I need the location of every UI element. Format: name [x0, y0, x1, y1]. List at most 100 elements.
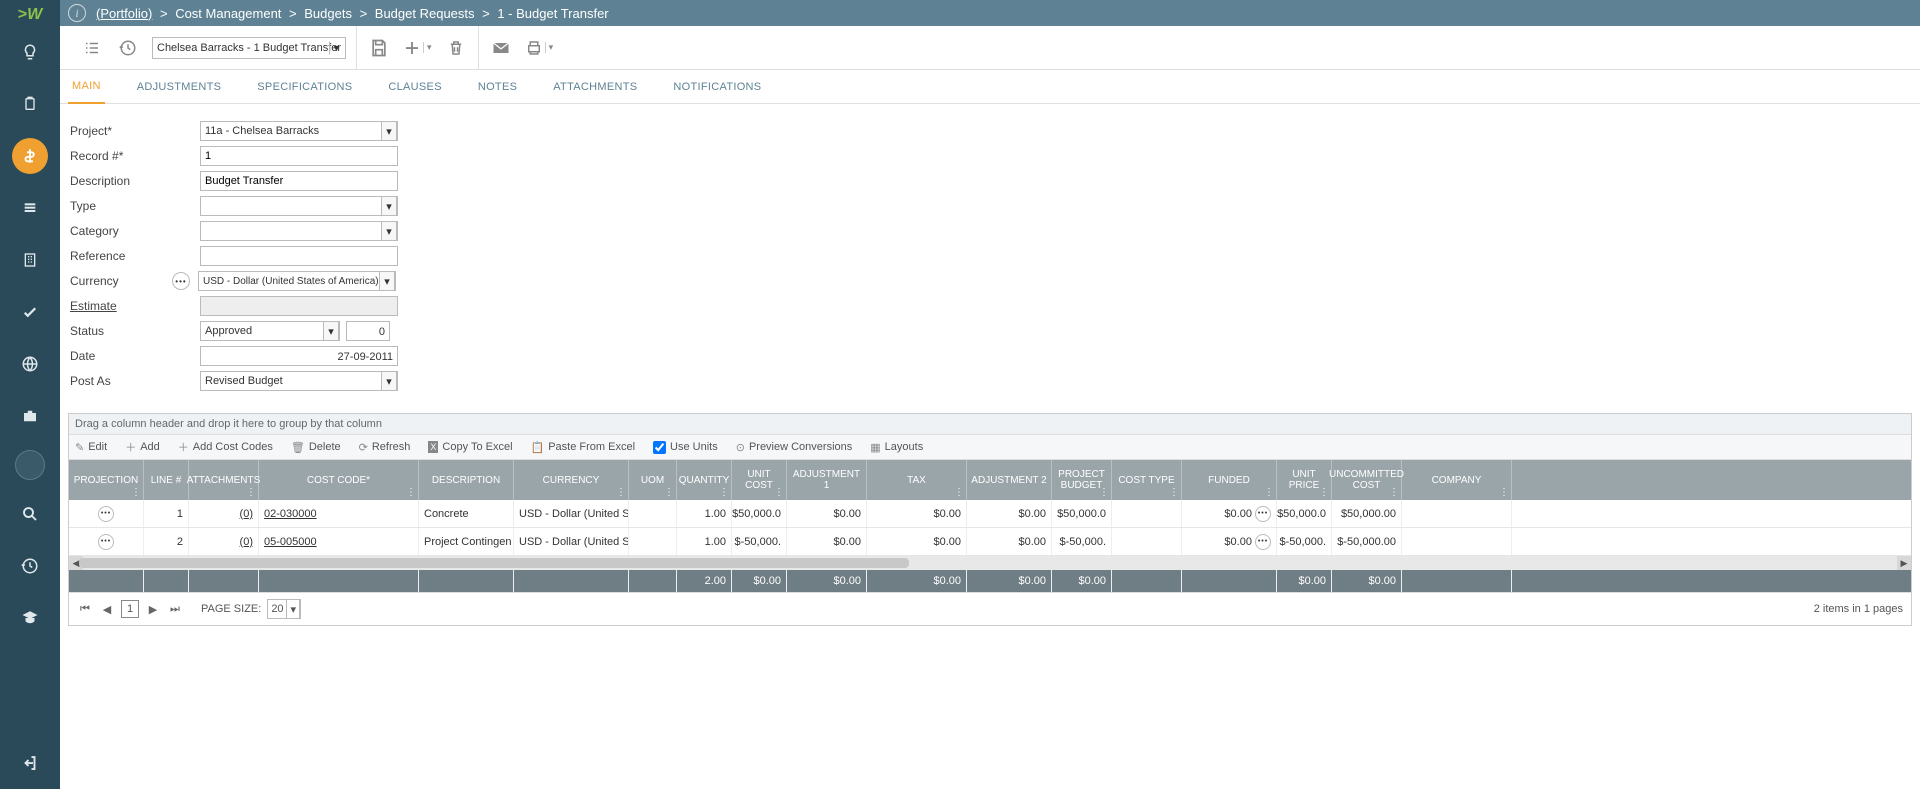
- col-unit-price[interactable]: UNIT PRICE⋮: [1277, 460, 1332, 500]
- cell-line: 2: [144, 528, 189, 555]
- tab-adjustments[interactable]: ADJUSTMENTS: [133, 71, 226, 103]
- date-input[interactable]: 27-09-2011: [200, 346, 398, 366]
- col-projection[interactable]: PROJECTION⋮: [69, 460, 144, 500]
- tab-notes[interactable]: NOTES: [474, 71, 521, 103]
- currency-select[interactable]: USD - Dollar (United States of America)▾: [198, 271, 396, 291]
- grid-use-units-checkbox[interactable]: Use Units: [653, 441, 718, 454]
- col-funded[interactable]: FUNDED⋮: [1182, 460, 1277, 500]
- description-input[interactable]: [200, 171, 398, 191]
- page-size-select[interactable]: 20▾: [267, 599, 301, 619]
- col-cost-type[interactable]: COST TYPE⋮: [1112, 460, 1182, 500]
- grid-add-button[interactable]: ＋Add: [125, 439, 160, 455]
- delete-icon[interactable]: [444, 36, 468, 60]
- currency-more-icon[interactable]: •••: [172, 272, 190, 290]
- cell-code[interactable]: 05-005000: [259, 528, 419, 555]
- list-icon[interactable]: [80, 36, 104, 60]
- col-proj-budget[interactable]: PROJECT BUDGET⋮: [1052, 460, 1112, 500]
- sidebar-clipboard-icon[interactable]: [12, 86, 48, 122]
- breadcrumb-item[interactable]: Budgets: [304, 6, 352, 21]
- grid-refresh-button[interactable]: ⟳Refresh: [359, 441, 411, 454]
- line-items-grid: Drag a column header and drop it here to…: [68, 413, 1912, 626]
- col-currency[interactable]: CURRENCY⋮: [514, 460, 629, 500]
- save-icon[interactable]: [367, 36, 391, 60]
- print-icon[interactable]: ▾: [525, 36, 554, 60]
- sidebar-ideas-icon[interactable]: [12, 34, 48, 70]
- status-select[interactable]: Approved▾: [200, 321, 340, 341]
- sidebar-graduate-icon[interactable]: [12, 600, 48, 636]
- tab-attachments[interactable]: ATTACHMENTS: [549, 71, 641, 103]
- fund-more-icon[interactable]: •••: [1255, 506, 1271, 522]
- grid-header: PROJECTION⋮ LINE # ATTACHMENTS⋮ COST COD…: [69, 460, 1911, 500]
- sidebar-check-icon[interactable]: [12, 294, 48, 330]
- row-menu-icon[interactable]: •••: [98, 506, 114, 522]
- col-unit-cost[interactable]: UNIT COST⋮: [732, 460, 787, 500]
- tab-main[interactable]: MAIN: [68, 70, 105, 104]
- pager-next-icon[interactable]: ▶: [145, 601, 161, 617]
- col-quantity[interactable]: QUANTITY⋮: [677, 460, 732, 500]
- col-line[interactable]: LINE #: [144, 460, 189, 500]
- record-input[interactable]: [200, 146, 398, 166]
- grid-preview-button[interactable]: ⊙Preview Conversions: [736, 441, 853, 454]
- col-tax[interactable]: TAX⋮: [867, 460, 967, 500]
- grid-layouts-button[interactable]: ▦Layouts: [870, 441, 923, 454]
- sidebar-cost-icon[interactable]: [12, 138, 48, 174]
- tab-notifications[interactable]: NOTIFICATIONS: [669, 71, 765, 103]
- sidebar-building-icon[interactable]: [12, 242, 48, 278]
- table-row[interactable]: ••• 1 (0) 02-030000 Concrete USD - Dolla…: [69, 500, 1911, 528]
- grid-group-drop[interactable]: Drag a column header and drop it here to…: [69, 414, 1911, 435]
- col-adj1[interactable]: ADJUSTMENT 1: [787, 460, 867, 500]
- sidebar-briefcase-icon[interactable]: [12, 398, 48, 434]
- record-selector[interactable]: Chelsea Barracks - 1 Budget Transfer ▾: [152, 37, 346, 59]
- pager-page[interactable]: 1: [121, 600, 139, 618]
- user-avatar[interactable]: [15, 450, 45, 480]
- breadcrumb-item[interactable]: Budget Requests: [375, 6, 475, 21]
- status-number[interactable]: 0: [346, 321, 390, 341]
- fund-more-icon[interactable]: •••: [1255, 534, 1271, 550]
- col-attachments[interactable]: ATTACHMENTS⋮: [189, 460, 259, 500]
- cell-att[interactable]: (0): [189, 528, 259, 555]
- pager-prev-icon[interactable]: ◀: [99, 601, 115, 617]
- reference-input[interactable]: [200, 246, 398, 266]
- cell-pbud: $50,000.0: [1052, 500, 1112, 527]
- grid-edit-button[interactable]: ✎Edit: [75, 441, 107, 454]
- col-cost-code[interactable]: COST CODE*⋮: [259, 460, 419, 500]
- grid-hscroll[interactable]: ◀▶: [69, 556, 1911, 570]
- sidebar-search-icon[interactable]: [12, 496, 48, 532]
- estimate-label[interactable]: Estimate: [70, 299, 200, 313]
- sidebar-logout-icon[interactable]: [12, 745, 48, 781]
- sidebar-globe-icon[interactable]: [12, 346, 48, 382]
- col-company[interactable]: COMPANY⋮: [1402, 460, 1512, 500]
- grid-delete-button[interactable]: 🗑Delete: [291, 441, 341, 454]
- page-size-label: PAGE SIZE:: [201, 603, 261, 615]
- breadcrumb-item[interactable]: Cost Management: [175, 6, 281, 21]
- table-row[interactable]: ••• 2 (0) 05-005000 Project Contingen US…: [69, 528, 1911, 556]
- category-select[interactable]: ▾: [200, 221, 398, 241]
- col-uncommitted[interactable]: UNCOMMITTED COST⋮: [1332, 460, 1402, 500]
- tab-specifications[interactable]: SPECIFICATIONS: [253, 71, 356, 103]
- row-menu-icon[interactable]: •••: [98, 534, 114, 550]
- info-icon[interactable]: i: [68, 4, 86, 22]
- history-icon[interactable]: [116, 36, 140, 60]
- add-icon[interactable]: ▾: [403, 36, 432, 60]
- pager-last-icon[interactable]: ⏭: [167, 601, 183, 617]
- type-select[interactable]: ▾: [200, 196, 398, 216]
- cell-att[interactable]: (0): [189, 500, 259, 527]
- project-select[interactable]: 11a - Chelsea Barracks▾: [200, 121, 398, 141]
- email-icon[interactable]: [489, 36, 513, 60]
- description-label: Description: [70, 174, 200, 188]
- status-label: Status: [70, 324, 200, 338]
- cell-fund: $0.00 •••: [1182, 528, 1277, 555]
- sidebar-history-icon[interactable]: [12, 548, 48, 584]
- grid-add-codes-button[interactable]: ＋Add Cost Codes: [178, 439, 273, 455]
- tab-clauses[interactable]: CLAUSES: [384, 71, 445, 103]
- col-uom[interactable]: UOM⋮: [629, 460, 677, 500]
- postas-select[interactable]: Revised Budget▾: [200, 371, 398, 391]
- col-description[interactable]: DESCRIPTION: [419, 460, 514, 500]
- col-adj2[interactable]: ADJUSTMENT 2: [967, 460, 1052, 500]
- pager-first-icon[interactable]: ⏮: [77, 601, 93, 617]
- grid-copy-excel-button[interactable]: XCopy To Excel: [428, 441, 512, 453]
- cell-code[interactable]: 02-030000: [259, 500, 419, 527]
- sidebar-stack-icon[interactable]: [12, 190, 48, 226]
- breadcrumb-root[interactable]: (Portfolio): [96, 6, 152, 21]
- grid-paste-excel-button[interactable]: 📋Paste From Excel: [531, 441, 636, 454]
